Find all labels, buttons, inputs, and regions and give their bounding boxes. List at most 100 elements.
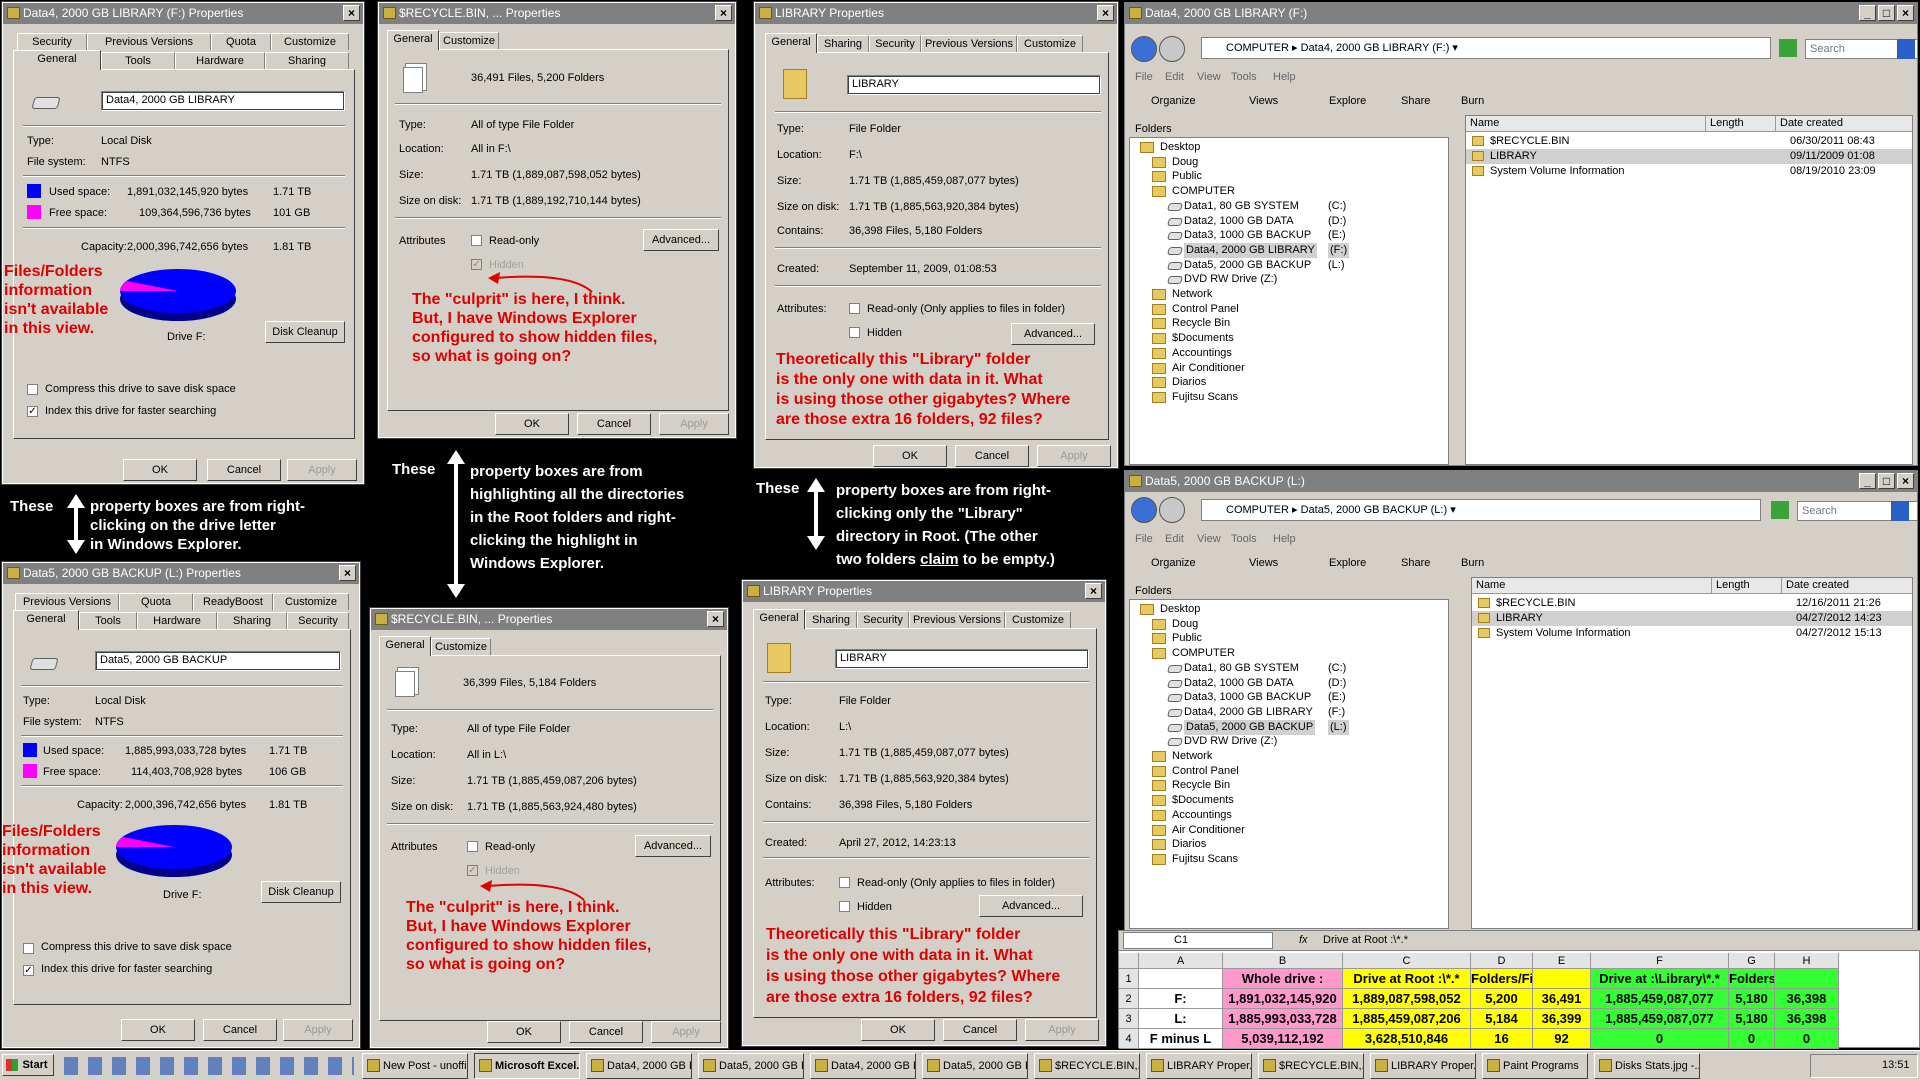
table-cell[interactable]: [1533, 969, 1591, 989]
menu-edit[interactable]: Edit: [1165, 533, 1184, 545]
taskbar-item[interactable]: LIBRARY Proper...: [1146, 1053, 1252, 1079]
menu-file[interactable]: File: [1135, 533, 1153, 545]
menu-file[interactable]: File: [1135, 71, 1153, 83]
tree-item[interactable]: Accountings: [1172, 808, 1232, 823]
tree-item[interactable]: Data1, 80 GB SYSTEM: [1184, 661, 1299, 676]
refresh-icon[interactable]: [1771, 501, 1789, 519]
maximize-button[interactable]: □: [1878, 5, 1895, 21]
close-button[interactable]: ×: [1097, 5, 1114, 21]
tab-hardware[interactable]: Hardware: [137, 612, 217, 629]
explore-button[interactable]: Explore: [1329, 557, 1366, 569]
row-header[interactable]: 4: [1119, 1029, 1139, 1049]
tree-item[interactable]: Data1, 80 GB SYSTEM: [1184, 199, 1299, 214]
taskbar-item[interactable]: LIBRARY Proper...: [1370, 1053, 1476, 1079]
tab-security[interactable]: Security: [857, 611, 909, 628]
refresh-icon[interactable]: [1779, 39, 1797, 57]
tree-item[interactable]: Fujitsu Scans: [1172, 852, 1238, 867]
tree-item[interactable]: DVD RW Drive (Z:): [1184, 734, 1277, 749]
burn-button[interactable]: Burn: [1461, 557, 1484, 569]
ok-button[interactable]: OK: [495, 413, 569, 435]
tree-item[interactable]: Data2, 1000 GB DATA: [1184, 676, 1294, 691]
tab-customize[interactable]: Customize: [1005, 611, 1071, 628]
col-name[interactable]: Name: [1466, 116, 1706, 132]
table-cell[interactable]: 3,628,510,846: [1343, 1029, 1471, 1049]
column-header[interactable]: D: [1471, 953, 1533, 969]
tree-item[interactable]: Desktop: [1160, 140, 1200, 155]
advanced-button[interactable]: Advanced...: [635, 835, 711, 857]
tab-sharing[interactable]: Sharing: [265, 52, 349, 69]
ok-button[interactable]: OK: [487, 1021, 561, 1043]
read-only-checkbox[interactable]: [471, 235, 482, 246]
tab-customize[interactable]: Customize: [271, 33, 349, 50]
apply-button[interactable]: Apply: [1037, 445, 1111, 467]
tree-item[interactable]: Fujitsu Scans: [1172, 390, 1238, 405]
menu-tools[interactable]: Tools: [1231, 71, 1257, 83]
l-root-title-bar[interactable]: $RECYCLE.BIN, ... Properties ×: [371, 609, 727, 630]
ok-button[interactable]: OK: [121, 1019, 195, 1041]
close-button[interactable]: ×: [339, 565, 356, 581]
folders-header[interactable]: Folders: [1135, 123, 1172, 135]
forward-button[interactable]: [1159, 497, 1185, 523]
row-header[interactable]: 3: [1119, 1009, 1139, 1029]
menu-help[interactable]: Help: [1273, 71, 1296, 83]
tree-item[interactable]: Data5, 2000 GB BACKUP: [1184, 719, 1316, 735]
table-cell[interactable]: F minus L: [1139, 1029, 1223, 1049]
tab-previous-versions[interactable]: Previous Versions: [87, 33, 211, 50]
list-item[interactable]: System Volume Information 04/27/2012 15:1…: [1472, 626, 1912, 641]
back-button[interactable]: [1131, 497, 1157, 523]
column-header[interactable]: F: [1591, 953, 1729, 969]
minimize-button[interactable]: _: [1859, 473, 1876, 489]
apply-button[interactable]: Apply: [287, 459, 357, 481]
tab-customize[interactable]: Customize: [439, 32, 499, 49]
f-root-title-bar[interactable]: $RECYCLE.BIN, ... Properties ×: [379, 3, 735, 24]
table-cell[interactable]: 5,180: [1729, 1009, 1775, 1029]
tab-tools[interactable]: Tools: [79, 612, 137, 629]
table-cell[interactable]: 5,180: [1729, 989, 1775, 1009]
close-button[interactable]: ×: [1897, 473, 1914, 489]
corner-cell[interactable]: [1119, 953, 1139, 969]
tab-general[interactable]: General: [13, 610, 79, 630]
read-only-checkbox[interactable]: [839, 877, 850, 888]
address-bar[interactable]: COMPUTER ▸ Data4, 2000 GB LIBRARY (F:) ▾: [1201, 37, 1771, 59]
cancel-button[interactable]: Cancel: [569, 1021, 643, 1043]
burn-button[interactable]: Burn: [1461, 95, 1484, 107]
table-cell[interactable]: F:: [1139, 989, 1223, 1009]
tab-sharing[interactable]: Sharing: [817, 35, 869, 52]
tree-item[interactable]: Diarios: [1172, 837, 1206, 852]
table-cell[interactable]: Folders/Files: [1729, 969, 1775, 989]
table-cell[interactable]: 0: [1591, 1029, 1729, 1049]
forward-button[interactable]: [1159, 36, 1185, 62]
spreadsheet-grid[interactable]: A B C D E F G H 1 Whole drive : Drive at Root :\*.…: [1119, 953, 1920, 1049]
folder-tree[interactable]: Desktop Doug Public COMPUTER Data1, 80 GB SY…: [1129, 137, 1449, 465]
tree-item[interactable]: Data4, 2000 GB LIBRARY: [1184, 242, 1317, 258]
table-cell[interactable]: L:: [1139, 1009, 1223, 1029]
close-button[interactable]: ×: [343, 5, 360, 21]
tree-item[interactable]: Recycle Bin: [1172, 316, 1230, 331]
column-header[interactable]: H: [1775, 953, 1839, 969]
table-cell[interactable]: 36,399: [1533, 1009, 1591, 1029]
tree-item[interactable]: Data3, 1000 GB BACKUP: [1184, 228, 1311, 243]
tab-general[interactable]: General: [13, 50, 101, 70]
apply-button[interactable]: Apply: [651, 1021, 721, 1043]
tree-item[interactable]: Data3, 1000 GB BACKUP: [1184, 690, 1311, 705]
table-cell[interactable]: 1,889,087,598,052: [1343, 989, 1471, 1009]
tree-item[interactable]: Doug: [1172, 617, 1198, 632]
hidden-checkbox[interactable]: ✓: [467, 865, 478, 876]
tree-item[interactable]: Doug: [1172, 155, 1198, 170]
tab-previous-versions[interactable]: Previous Versions: [15, 593, 119, 610]
taskbar-item[interactable]: $RECYCLE.BIN,...: [1034, 1053, 1140, 1079]
tree-item[interactable]: Control Panel: [1172, 302, 1239, 317]
folder-name-field[interactable]: LIBRARY: [847, 75, 1101, 95]
taskbar-item[interactable]: New Post - unoffici...: [362, 1053, 468, 1079]
close-button[interactable]: ×: [707, 611, 724, 627]
tree-item[interactable]: Diarios: [1172, 375, 1206, 390]
tree-item[interactable]: Air Conditioner: [1172, 361, 1245, 376]
taskbar-item[interactable]: Data4, 2000 GB LI...: [810, 1053, 916, 1079]
advanced-button[interactable]: Advanced...: [1011, 323, 1095, 345]
tree-item[interactable]: Air Conditioner: [1172, 823, 1245, 838]
col-name[interactable]: Name: [1472, 578, 1712, 594]
share-button[interactable]: Share: [1401, 557, 1430, 569]
table-cell[interactable]: 36,491: [1533, 989, 1591, 1009]
row-header[interactable]: 2: [1119, 989, 1139, 1009]
l-drive-title-bar[interactable]: Data5, 2000 GB BACKUP (L:) Properties ×: [3, 563, 359, 584]
